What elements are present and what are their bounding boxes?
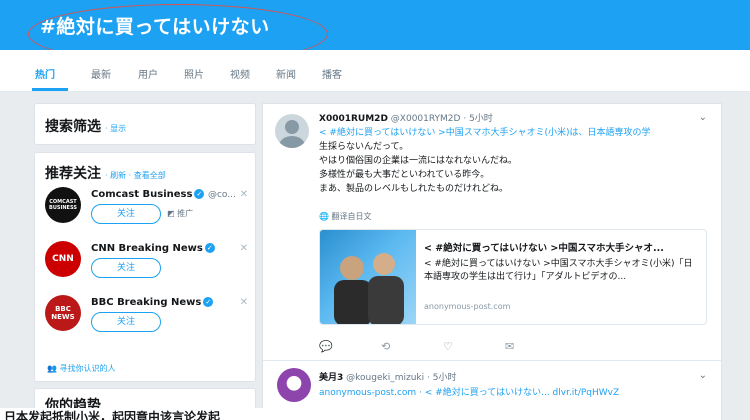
search-filters-title: 搜索筛选 · 显示 — [45, 116, 126, 136]
link-description: < #絶対に買ってはいけない >中国スマホ大手シャオミ(小米)「日本語専攻の学生… — [424, 259, 693, 282]
user-handle: @co... — [207, 190, 236, 200]
tweet-line[interactable]: < #絶対に買ってはいけない >中国スマホ大手シャオミ(小米)は、日本語専攻の学 — [319, 126, 704, 140]
promoted-label: ◩ 推广 — [167, 208, 193, 219]
article-caption: 日本发起抵制小米，起因竟由该言论发起 — [0, 408, 520, 420]
retweet-icon[interactable]: ⟲ — [381, 340, 390, 353]
default-avatar-icon — [279, 120, 305, 148]
tweet-line: まあ、製品のレベルもしれたものだけれどね。 — [319, 184, 509, 194]
link-preview-image — [320, 230, 416, 324]
tab-broadcasts[interactable]: 播客 — [322, 66, 342, 81]
tab-photos[interactable]: 照片 — [184, 66, 204, 81]
avatar[interactable]: BBC NEWS — [45, 295, 81, 331]
translate-text: 翻译自日文 — [331, 212, 372, 221]
tab-news[interactable]: 新闻 — [276, 66, 296, 81]
search-filters-card: 搜索筛选 · 显示 — [34, 103, 256, 145]
link-title: < #絶対に買ってはいけない >中国スマホ大手シャオ... — [424, 243, 664, 254]
follow-button[interactable]: 关注 — [91, 312, 161, 332]
tweet-text: < #絶対に買ってはいけない >中国スマホ大手シャオミ(小米)は、日本語専攻の学… — [319, 126, 704, 196]
user-display-name: CNN Breaking News — [91, 243, 203, 254]
tweet-timestamp[interactable]: · 5小时 — [427, 373, 456, 383]
who-to-follow-label: 推荐关注 — [45, 166, 101, 182]
user-name[interactable]: BBC Breaking News ✓ — [91, 297, 214, 308]
link-preview-card[interactable]: < #絶対に買ってはいけない >中国スマホ大手シャオ... < #絶対に買っては… — [319, 229, 707, 325]
tweet-line: やはり個俗国の企業は一流にはなれないんだね。 — [319, 156, 518, 166]
globe-icon: 🌐 — [319, 212, 332, 221]
dismiss-icon[interactable]: ✕ — [240, 189, 248, 200]
user-name[interactable]: CNN Breaking News ✓ — [91, 243, 215, 254]
verified-badge-icon: ✓ — [203, 297, 214, 307]
tab-people[interactable]: 用户 — [138, 66, 158, 81]
chevron-down-icon[interactable]: ⌄ — [699, 370, 707, 381]
tweet-text: anonymous-post.com · < #絶対に買ってはいけない... d… — [319, 385, 619, 398]
tweet-timestamp[interactable]: · 5小时 — [463, 114, 492, 124]
tweet-line: 多様性が最も大事だといわれている昨今。 — [319, 170, 490, 180]
people-icon: 👥 — [47, 364, 60, 373]
tweet-header: 美月3 @kougeki_mizuki · 5小时 — [319, 370, 456, 383]
tweet-author-handle[interactable]: @kougeki_mizuki — [346, 373, 424, 383]
chevron-down-icon[interactable]: ⌄ — [699, 112, 707, 123]
user-display-name: BBC Breaking News — [91, 297, 202, 308]
user-name[interactable]: Comcast Business ✓ @co... — [91, 189, 236, 200]
follow-button[interactable]: 关注 — [91, 204, 161, 224]
search-header: #絶対に買ってはいけない — [0, 0, 750, 64]
tweet-actions: 💬 ⟲ ♡ ✉ — [319, 340, 539, 354]
dismiss-icon[interactable]: ✕ — [240, 297, 248, 308]
search-filters-label: 搜索筛选 — [45, 119, 101, 135]
avatar[interactable] — [277, 368, 311, 402]
suggested-user: COMCAST BUSINESS Comcast Business ✓ @co..… — [45, 187, 250, 237]
tweet-line: 生採らないんだって。 — [319, 142, 409, 152]
tab-top[interactable]: 热门 — [35, 66, 55, 81]
avatar[interactable]: CNN — [45, 241, 81, 277]
follow-button[interactable]: 关注 — [91, 258, 161, 278]
who-to-follow-title: 推荐关注 · 刷新 · 查看全部 — [45, 163, 166, 183]
suggested-user: CNN CNN Breaking News ✓ ✕ 关注 — [45, 241, 250, 291]
translate-link[interactable]: 🌐 翻译自日文 — [319, 211, 372, 222]
two-men-photo — [334, 253, 404, 324]
promoted-text: 推广 — [177, 209, 194, 218]
refresh-view-all-links[interactable]: · 刷新 · 查看全部 — [105, 171, 166, 180]
show-filters-link[interactable]: · 显示 — [105, 124, 126, 133]
suggested-user: BBC NEWS BBC Breaking News ✓ ✕ 关注 — [45, 295, 250, 345]
tweet-author-handle[interactable]: @X0001RYM2D — [391, 114, 461, 124]
user-display-name: Comcast Business — [91, 189, 193, 200]
search-tabs: 热门 最新 用户 照片 视频 新闻 播客 — [0, 50, 750, 92]
tweet-author-name[interactable]: X0001RUM2D — [319, 114, 388, 124]
tweet-divider — [263, 360, 723, 361]
verified-badge-icon: ✓ — [194, 189, 205, 199]
search-results-timeline: X0001RUM2D @X0001RYM2D · 5小时 ⌄ < #絶対に買って… — [262, 103, 723, 420]
verified-badge-icon: ✓ — [204, 243, 215, 253]
tab-latest[interactable]: 最新 — [91, 66, 111, 81]
avatar[interactable]: COMCAST BUSINESS — [45, 187, 81, 223]
find-people-link[interactable]: 👥 寻找你认识的人 — [47, 363, 116, 374]
tweet-link-line[interactable]: anonymous-post.com · < #絶対に買ってはいけない... d… — [319, 388, 619, 398]
promoted-icon: ◩ — [167, 209, 178, 218]
avatar-logo-text: BBC NEWS — [51, 305, 75, 321]
dismiss-icon[interactable]: ✕ — [240, 243, 248, 254]
find-people-text: 寻找你认识的人 — [59, 364, 116, 373]
active-tab-indicator — [32, 88, 68, 91]
avatar-logo-text: CNN — [52, 254, 74, 264]
tab-videos[interactable]: 视频 — [230, 66, 250, 81]
message-icon[interactable]: ✉ — [505, 340, 514, 353]
who-to-follow-card: 推荐关注 · 刷新 · 查看全部 COMCAST BUSINESS Comcast… — [34, 152, 256, 382]
tweet-header: X0001RUM2D @X0001RYM2D · 5小时 — [319, 111, 493, 124]
like-icon[interactable]: ♡ — [443, 340, 453, 353]
tweet-author-name[interactable]: 美月3 — [319, 373, 343, 383]
link-domain: anonymous-post.com — [424, 302, 511, 311]
avatar-logo-text: COMCAST BUSINESS — [49, 199, 77, 211]
reply-icon[interactable]: 💬 — [319, 340, 333, 353]
avatar[interactable] — [275, 114, 309, 148]
